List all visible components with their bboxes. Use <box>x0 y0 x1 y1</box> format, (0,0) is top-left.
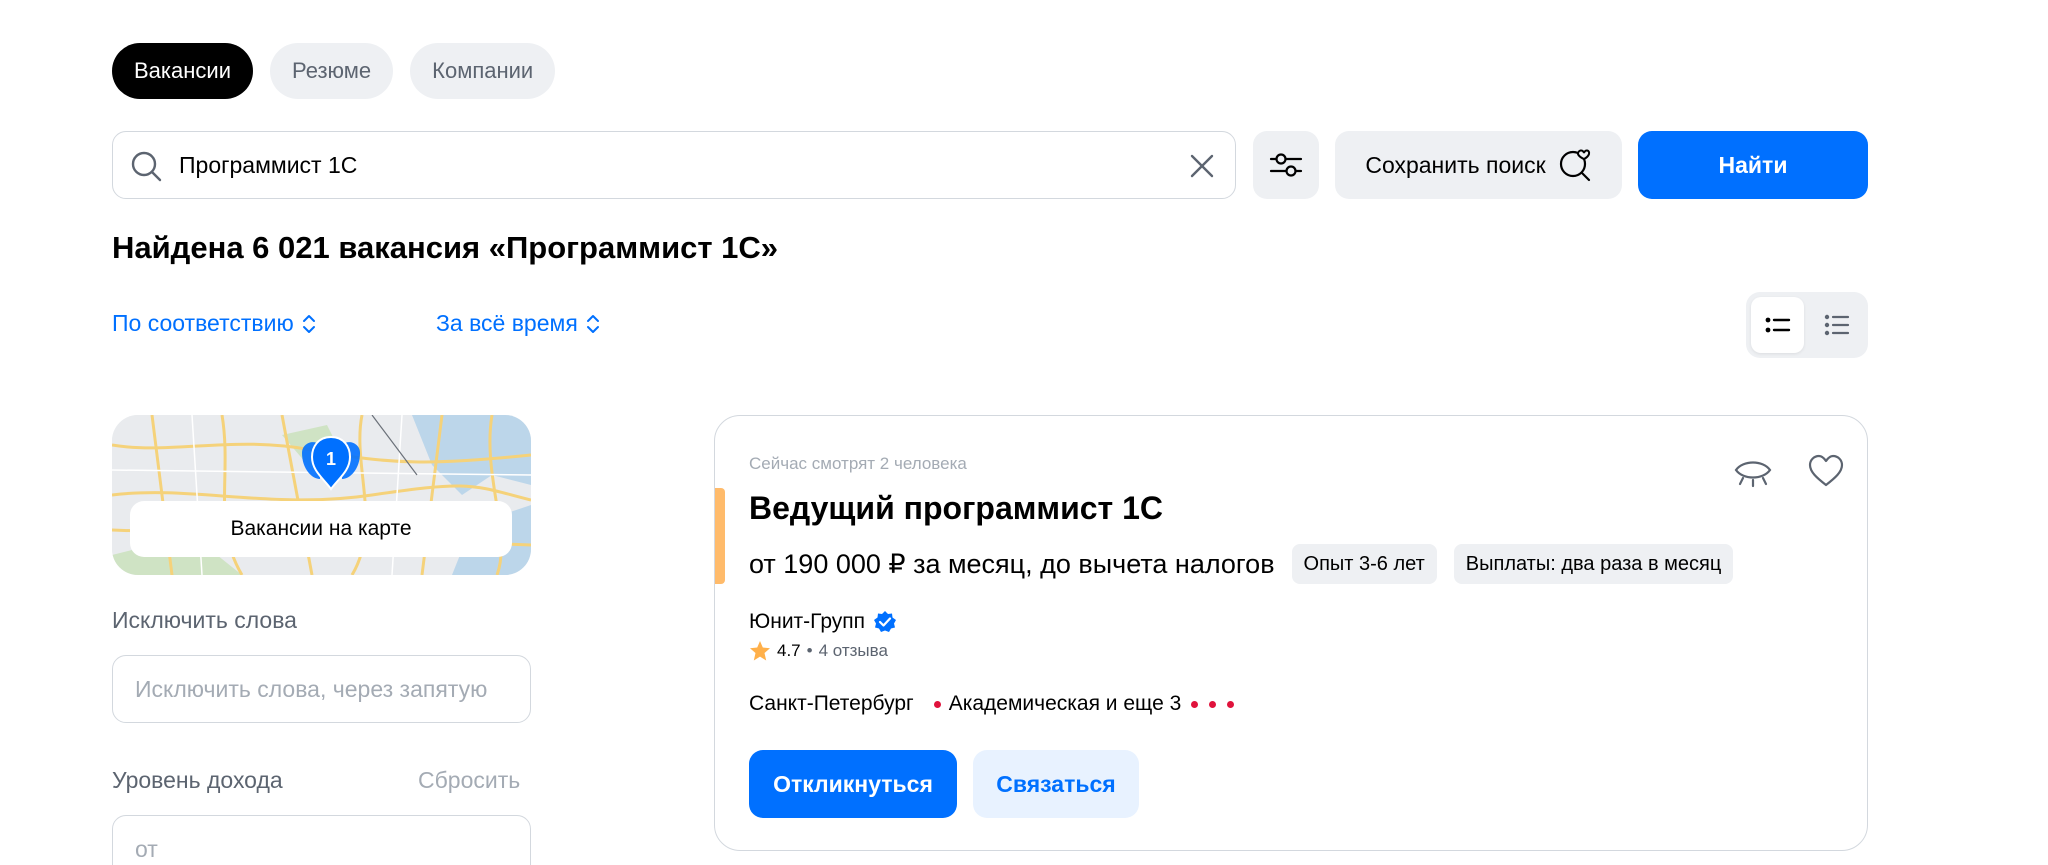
chevron-up-down-icon <box>586 314 599 333</box>
view-list-button[interactable] <box>1810 297 1863 353</box>
view-mode-toggle <box>1746 292 1868 358</box>
sort-relevance-label: По соответствию <box>112 310 294 336</box>
search-box <box>112 131 1236 199</box>
metro-line-icon <box>1209 700 1217 708</box>
payments-chip: Выплаты: два раза в месяц <box>1453 544 1734 584</box>
apply-button[interactable]: Откликнуться <box>749 750 957 818</box>
clear-search-button[interactable] <box>1187 151 1217 181</box>
watchers-count: Сейчас смотрят 2 человека <box>749 454 967 473</box>
map-pin-count: 1 <box>326 449 336 469</box>
metro-line-icon <box>1227 700 1235 708</box>
results-title: Найдена 6 021 вакансия «Программист 1С» <box>112 230 779 265</box>
tab-resumes[interactable]: Резюме <box>269 43 394 99</box>
exclude-words-label: Исключить слова <box>112 607 297 633</box>
rating-separator: • <box>806 641 813 660</box>
save-search-button[interactable]: Сохранить поиск <box>1335 131 1622 199</box>
advanced-filters-button[interactable] <box>1253 131 1319 199</box>
exclude-words-input[interactable] <box>135 675 530 703</box>
save-search-label: Сохранить поиск <box>1365 151 1546 178</box>
sort-relevance-dropdown[interactable]: По соответствию <box>112 310 316 337</box>
metro-line-icon <box>1191 700 1199 708</box>
star-icon <box>750 641 770 661</box>
income-from-field <box>112 815 531 865</box>
exclude-words-field <box>112 655 531 723</box>
vacancy-city: Санкт-Петербург <box>749 692 914 715</box>
location-row: Санкт-Петербург Академическая и еще 3 <box>749 692 1235 716</box>
vacancy-card[interactable]: Сейчас смотрят 2 человека Ведущий програ… <box>714 415 1868 851</box>
income-from-input[interactable] <box>135 835 530 863</box>
tab-companies[interactable]: Компании <box>410 43 556 99</box>
salary-row: от 190 000 ₽ за месяц, до вычета налогов… <box>749 544 1734 584</box>
heart-icon[interactable] <box>1807 454 1845 488</box>
experience-chip: Опыт 3-6 лет <box>1291 544 1437 584</box>
reset-income-button[interactable]: Сбросить <box>418 767 520 794</box>
contact-button[interactable]: Связаться <box>973 750 1139 818</box>
view-compact-button[interactable] <box>1751 297 1804 353</box>
vacancies-map-card[interactable]: 1 Вакансии на карте <box>112 415 531 575</box>
vacancy-salary: от 190 000 ₽ за месяц, до вычета налогов <box>749 548 1275 579</box>
search-row: Сохранить поиск Найти <box>112 131 1868 199</box>
chevron-up-down-icon <box>302 314 315 333</box>
reviews-count[interactable]: 4 отзыва <box>819 641 888 661</box>
metro-line-icon <box>933 700 941 708</box>
vacancies-on-map-button[interactable]: Вакансии на карте <box>130 501 512 557</box>
hide-eye-icon[interactable] <box>1733 456 1773 488</box>
rating-value: 4.7 <box>777 641 801 660</box>
sliders-icon <box>1269 153 1303 177</box>
company-name[interactable]: Юнит-Групп <box>749 610 865 634</box>
map-pin-icon: 1 <box>302 435 360 491</box>
rating-row: 4.7 • 4 отзыва <box>749 640 888 662</box>
search-input[interactable] <box>179 132 1179 198</box>
tab-vacancies[interactable]: Вакансии <box>112 43 253 99</box>
highlight-bar <box>715 488 725 584</box>
close-icon <box>1190 154 1214 178</box>
income-level-label: Уровень дохода <box>112 767 283 793</box>
metro-lines <box>1191 700 1235 708</box>
sort-period-dropdown[interactable]: За всё время <box>436 310 600 337</box>
find-button[interactable]: Найти <box>1638 131 1868 199</box>
search-type-tabs: Вакансии Резюме Компании <box>112 43 556 99</box>
list-icon <box>1824 314 1849 336</box>
verified-badge-icon <box>874 611 897 632</box>
search-icon <box>131 151 162 182</box>
search-heart-icon <box>1559 149 1590 182</box>
company-row: Юнит-Групп <box>749 610 897 634</box>
list-compact-icon <box>1765 317 1790 333</box>
vacancy-title[interactable]: Ведущий программист 1С <box>749 490 1163 527</box>
metro-stations: Академическая и еще 3 <box>948 692 1182 715</box>
sort-period-label: За всё время <box>436 310 578 336</box>
